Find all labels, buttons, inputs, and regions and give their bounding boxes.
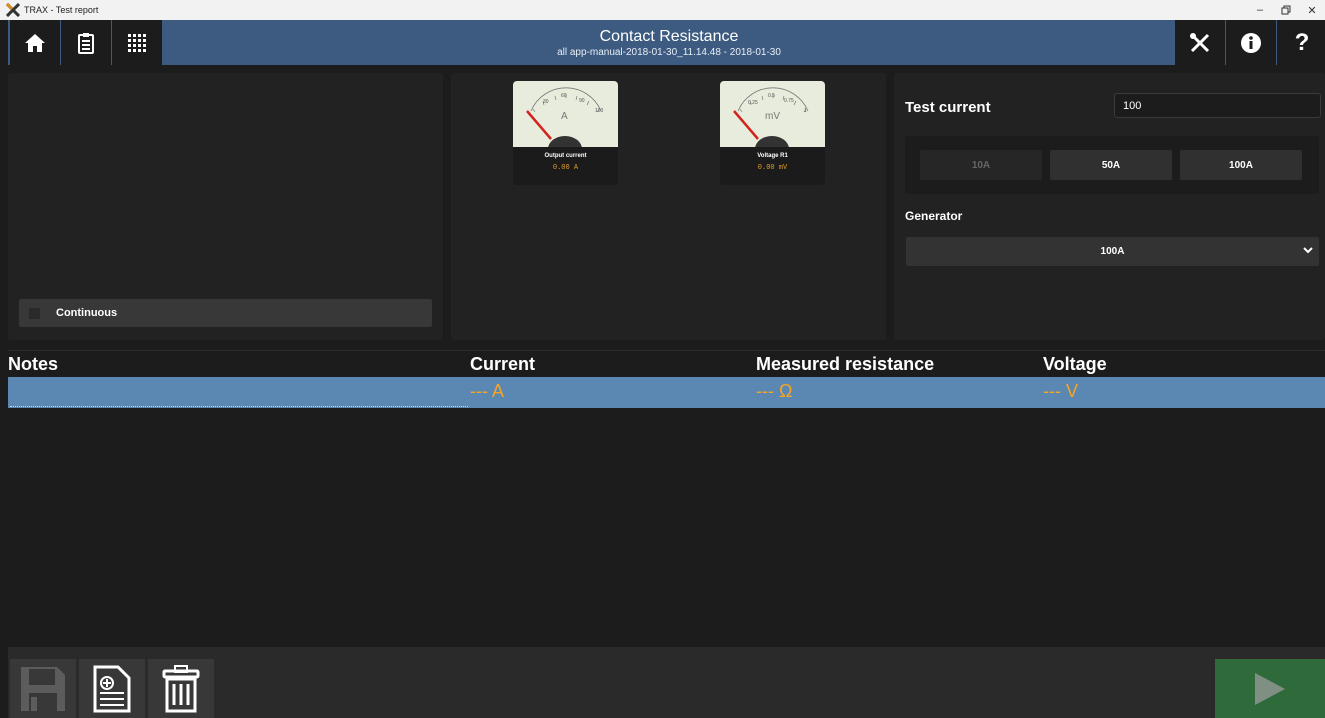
svg-text:1: 1: [804, 108, 807, 114]
output-current-meter: 30 60 90 120 A Output current 0.00 A: [513, 81, 618, 185]
home-button[interactable]: [10, 20, 60, 65]
window-titlebar: TRAX - Test report – ✕: [0, 0, 1325, 20]
column-header-current: Current: [470, 354, 536, 374]
test-current-label: Test current: [905, 99, 991, 116]
info-button[interactable]: [1226, 20, 1276, 65]
svg-text:0.75: 0.75: [784, 98, 794, 104]
generator-select[interactable]: 100A: [906, 237, 1319, 266]
page-subtitle: all app-manual-2018-01-30_11.14.48 - 201…: [557, 47, 781, 58]
settings-panel: Test current 100 10A 50A 100A Generator …: [894, 73, 1325, 340]
restore-button[interactable]: [1273, 0, 1299, 20]
window-title: TRAX - Test report: [24, 5, 99, 15]
save-button[interactable]: [10, 659, 76, 718]
resistance-cell: --- Ω: [756, 381, 793, 401]
generator-value: 100A: [1100, 246, 1125, 257]
bottom-toolbar: [8, 647, 1325, 718]
svg-text:60: 60: [561, 93, 567, 99]
meter-name: Output current: [544, 153, 587, 159]
svg-text:0.25: 0.25: [748, 100, 758, 106]
window-controls: – ✕: [1247, 0, 1325, 20]
clipboard-icon: [78, 32, 94, 54]
help-icon: ?: [1294, 28, 1310, 56]
meter-name: Voltage R1: [757, 153, 788, 159]
voltage-r1-meter: 0.25 0.5 0.75 1 mV Voltage R1 0.00 mV: [720, 81, 825, 185]
chevron-down-icon: [1303, 247, 1313, 254]
trax-test-report-window: TRAX - Test report – ✕ Contact Resistanc…: [0, 0, 1325, 718]
add-report-button[interactable]: [79, 659, 145, 718]
svg-text:90: 90: [579, 98, 585, 104]
apps-grid-icon: [128, 33, 146, 52]
report-button[interactable]: [61, 20, 111, 65]
continuous-label: Continuous: [56, 307, 118, 319]
graph-panel: Continuous: [8, 73, 443, 340]
delete-button[interactable]: [148, 659, 214, 718]
continuous-toggle[interactable]: Continuous: [19, 299, 432, 327]
svg-text:0.5: 0.5: [768, 93, 775, 99]
app-header: Contact Resistance all app-manual-2018-0…: [8, 20, 1325, 65]
notes-underline: [10, 406, 468, 407]
trash-icon: [162, 664, 200, 712]
add-report-icon: [93, 665, 131, 712]
close-window-button[interactable]: ✕: [1299, 0, 1325, 20]
current-range-group: 10A 50A 100A: [905, 136, 1319, 194]
minimize-button[interactable]: –: [1247, 0, 1273, 20]
apps-button[interactable]: [112, 20, 162, 65]
svg-text:A: A: [561, 111, 568, 122]
svg-text:mV: mV: [765, 111, 780, 122]
run-test-button[interactable]: [1215, 659, 1325, 718]
range-100a-button[interactable]: 100A: [1180, 150, 1302, 180]
column-header-notes: Notes: [8, 354, 59, 374]
range-50a-button[interactable]: 50A: [1050, 150, 1172, 180]
table-row[interactable]: --- A --- Ω --- V: [8, 377, 1325, 408]
svg-text:30: 30: [543, 99, 549, 105]
column-header-resistance: Measured resistance: [756, 354, 935, 374]
save-icon: [21, 666, 65, 711]
play-icon: [1255, 672, 1285, 705]
page-title: Contact Resistance: [599, 28, 739, 45]
tools-button[interactable]: [1175, 20, 1225, 65]
info-icon: [1241, 32, 1261, 53]
trax-logo-icon: [5, 2, 21, 18]
test-current-input[interactable]: 100: [1114, 93, 1321, 118]
voltage-cell: --- V: [1043, 381, 1078, 401]
tools-icon: [1190, 32, 1210, 52]
home-icon: [25, 33, 45, 52]
range-10a-button[interactable]: 10A: [920, 150, 1042, 180]
header-title-block: Contact Resistance all app-manual-2018-0…: [163, 20, 1175, 65]
generator-label: Generator: [905, 209, 963, 223]
restore-icon: [1281, 5, 1291, 15]
column-header-voltage: Voltage: [1043, 354, 1107, 374]
meter-value: 0.00 mV: [757, 164, 788, 172]
current-cell: --- A: [470, 381, 504, 401]
results-table-header: Notes Current Measured resistance Voltag…: [8, 350, 1325, 377]
continuous-checkbox[interactable]: [29, 307, 40, 319]
help-button[interactable]: ?: [1277, 20, 1325, 65]
meters-panel: 30 60 90 120 A Output current 0.00 A 0.2…: [451, 73, 886, 340]
meter-value: 0.00 A: [552, 164, 579, 172]
svg-text:120: 120: [595, 108, 604, 114]
